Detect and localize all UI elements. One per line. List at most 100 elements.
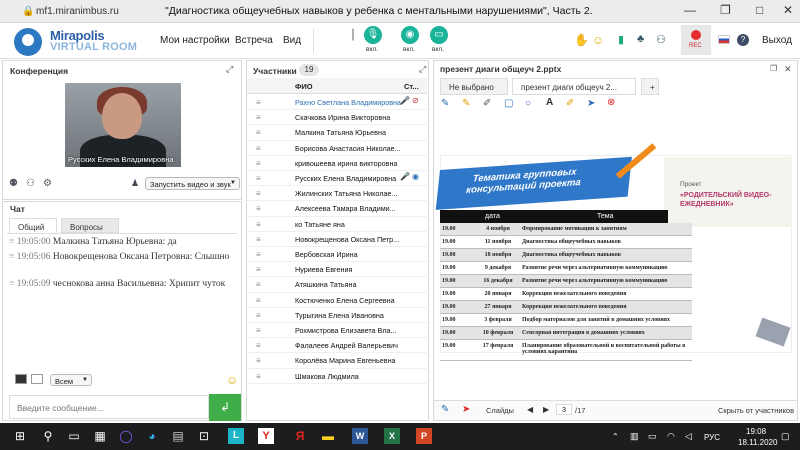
camera-toggle[interactable]: ◉ <box>401 26 419 44</box>
help-icon[interactable]: ? <box>737 34 749 46</box>
drag-handle-icon[interactable]: ≡ <box>256 113 261 122</box>
excel-icon[interactable]: X <box>384 428 400 444</box>
record-button[interactable]: REC <box>681 25 711 55</box>
tab-questions[interactable]: Вопросы <box>61 218 119 233</box>
language-flag-icon[interactable] <box>718 35 730 44</box>
drag-handle-icon[interactable]: ≡ <box>256 265 261 274</box>
participant-row[interactable]: ≡ Скачкова Ирина Викторовна <box>247 110 427 126</box>
hide-from-participants-button[interactable]: Скрыть от участников <box>718 406 794 415</box>
speaker-icon[interactable]: ⚇ <box>26 178 35 189</box>
send-button[interactable]: ↲ <box>209 394 241 421</box>
wifi-icon[interactable]: ◠ <box>667 431 675 442</box>
participant-row[interactable]: ≡ Фалалеев Андрей Валерьевич <box>247 338 427 354</box>
participant-row[interactable]: ≡ Шмакова Людмила <box>247 369 427 384</box>
circle-icon[interactable]: ○ <box>525 98 531 109</box>
menu-settings[interactable]: Мои настройки <box>160 35 230 46</box>
tab-general[interactable]: Общий <box>9 218 57 233</box>
drag-handle-icon[interactable]: ≡ <box>256 280 261 289</box>
alice-icon[interactable]: ◯ <box>118 428 134 444</box>
participant-row[interactable]: ≡ Жилинских Татьяна Николае... <box>247 186 427 202</box>
volume-icon[interactable]: ◁ <box>685 431 692 442</box>
page-number-input[interactable]: 3 <box>556 404 572 415</box>
pen-icon[interactable]: ✎ <box>441 98 449 109</box>
screen-share-toggle[interactable]: ▭ <box>430 26 448 44</box>
pen-icon[interactable]: ✎ <box>441 404 449 415</box>
drag-handle-icon[interactable]: ≡ <box>256 189 261 198</box>
yandex-icon[interactable]: Я <box>292 428 308 444</box>
participant-row[interactable]: ≡ Алексеева Тамара Владими... <box>247 201 427 217</box>
people-icon[interactable]: ⚇ <box>656 33 666 46</box>
drag-handle-icon[interactable]: ≡ <box>256 235 261 244</box>
participant-row[interactable]: ≡ Новокрещенова Оксана Петр... <box>247 232 427 247</box>
participant-row[interactable]: ≡ Вербовская Ирина <box>247 247 427 263</box>
participant-row[interactable]: ≡ Королёва Марина Евгеньевна <box>247 353 427 369</box>
restore-panel-icon[interactable]: ❐ <box>770 64 777 73</box>
drag-handle-icon[interactable]: ≡ <box>256 372 261 381</box>
drag-handle-icon[interactable]: ≡ <box>256 220 261 229</box>
drag-handle-icon[interactable]: ≡ <box>256 296 261 305</box>
highlighter-icon[interactable]: ✐ <box>483 98 491 109</box>
tab-presentation[interactable]: презент диаги общеуч 2... <box>512 78 636 95</box>
emoji-icon[interactable]: ☺ <box>592 33 604 47</box>
search-icon[interactable]: ⚲ <box>40 428 56 444</box>
address-bar[interactable]: mf1.miranimbus.ru <box>36 6 119 17</box>
explorer-icon[interactable]: ▤ <box>170 428 186 444</box>
text-tool-icon[interactable]: A <box>546 97 553 108</box>
drag-handle-icon[interactable]: ≡ <box>256 250 261 259</box>
slides-label[interactable]: Слайды <box>486 406 514 415</box>
participant-row[interactable]: ≡ Рохмистрова Елизавета Вла... <box>247 323 427 339</box>
clock-time[interactable]: 19:08 <box>746 427 766 436</box>
pencil-icon[interactable]: ✎ <box>462 98 470 109</box>
drag-handle-icon[interactable]: ≡ <box>256 204 261 213</box>
file-explorer-icon[interactable]: ▦ <box>92 428 108 444</box>
word-icon[interactable]: W <box>352 428 368 444</box>
drag-handle-icon[interactable]: ≡ <box>256 356 261 365</box>
rectangle-icon[interactable]: ▢ <box>504 98 513 109</box>
participant-row[interactable]: ≡ Турыгина Елена Ивановна <box>247 308 427 323</box>
drag-handle-icon[interactable]: ≡ <box>256 326 261 335</box>
task-view-icon[interactable]: ▭ <box>66 428 82 444</box>
participant-row[interactable]: ≡ Нуриева Евгения <box>247 262 427 278</box>
participant-row[interactable]: ≡ Костюченко Елена Сергеевна <box>247 293 427 308</box>
add-tab-button[interactable]: + <box>641 78 659 95</box>
maximize-panel-icon[interactable]: ⤢ <box>419 64 426 75</box>
menu-meeting[interactable]: Встреча <box>235 35 273 46</box>
emoji-icon[interactable]: ☺ <box>226 373 238 387</box>
clock-date[interactable]: 18.11.2020 <box>738 438 777 447</box>
edge-icon[interactable]: ◕ <box>144 428 160 444</box>
store-icon[interactable]: ⊡ <box>196 428 212 444</box>
participant-row[interactable]: ≡ Малкина Татьяна Юрьевна <box>247 125 427 141</box>
clear-icon[interactable]: ⊗ <box>607 97 615 108</box>
drag-handle-icon[interactable]: ≡ <box>256 98 261 107</box>
powerpoint-icon[interactable]: P <box>416 428 432 444</box>
participant-row[interactable]: ≡ Атяшкина Татьяна <box>247 277 427 293</box>
prev-slide-icon[interactable]: ◀ <box>527 405 533 414</box>
chat-input[interactable]: Введите сообщение... <box>9 395 209 419</box>
yandex-browser-icon[interactable]: Y <box>258 428 274 444</box>
maximize-panel-icon[interactable]: ⤢ <box>226 64 233 75</box>
input-language[interactable]: РУС <box>704 433 720 442</box>
close-icon[interactable]: ✕ <box>783 3 793 17</box>
menu-view[interactable]: Вид <box>283 35 301 46</box>
drag-handle-icon[interactable]: ≡ <box>256 128 261 137</box>
exit-button[interactable]: Выход <box>762 35 792 46</box>
drag-handle-icon[interactable]: ≡ <box>256 159 261 168</box>
tab-not-selected[interactable]: Не выбрано <box>440 78 508 95</box>
microphone-toggle[interactable]: 🎙 <box>364 26 382 44</box>
recipient-dropdown[interactable]: Всем ▼ <box>50 374 92 386</box>
battery-icon[interactable]: ▭ <box>648 431 657 442</box>
restore-icon[interactable]: ❐ <box>720 3 731 17</box>
windows-start-icon[interactable]: ⊞ <box>12 428 28 444</box>
eraser-icon[interactable]: ✐ <box>566 98 574 109</box>
stats-icon[interactable]: ▮ <box>618 33 624 46</box>
close-panel-icon[interactable]: ✕ <box>784 64 792 75</box>
folder-icon[interactable]: ▬ <box>320 428 336 444</box>
next-slide-icon[interactable]: ▶ <box>543 405 549 414</box>
background-color-icon[interactable] <box>31 374 43 384</box>
participant-row[interactable]: ≡ ко Татьяне яна <box>247 217 427 232</box>
drag-handle-icon[interactable]: ≡ <box>256 311 261 320</box>
network-icon[interactable]: ▥ <box>630 431 639 442</box>
pointer-icon[interactable]: ➤ <box>587 98 595 109</box>
raise-hand-icon[interactable]: ✋ <box>574 33 589 47</box>
drag-handle-icon[interactable]: ≡ <box>256 174 261 183</box>
